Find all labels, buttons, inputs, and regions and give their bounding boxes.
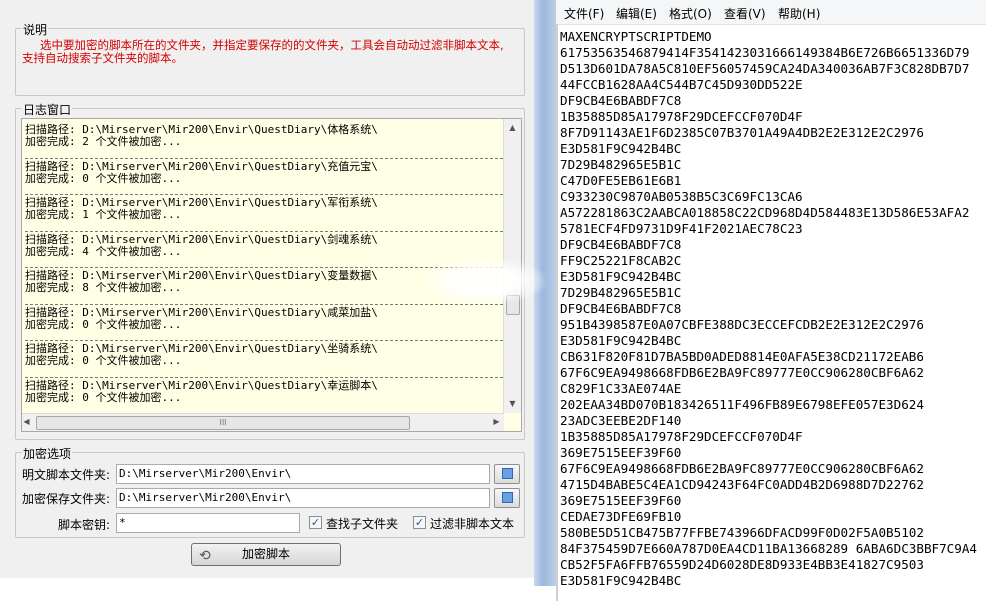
- log-entry-result: 加密完成: 0 个文件被加密...: [25, 354, 182, 367]
- notepad-text-line: 23ADC3EEBE2DF140: [560, 413, 682, 428]
- filter-non-script-label[interactable]: 过滤非脚本文本: [430, 515, 514, 532]
- log-entry-result: 加密完成: 0 个文件被加密...: [25, 317, 182, 331]
- notepad-text-line: D513D601DA78A5C810EF56057459CA24DA340036…: [560, 61, 970, 76]
- notepad-text-line: 202EAA34BD070B183426511F496FB89E6798EFE0…: [560, 397, 924, 412]
- description-group: 说明 选中要加密的脚本所在的文件夹，并指定要保存的的文件夹，工具会自动动过滤非脚…: [15, 21, 525, 96]
- notepad-text-line: 84F375459D7E660A787D0EA4CD11BA13668289 6…: [560, 541, 978, 556]
- notepad-text-line: CEDAE73DFE69FB10: [560, 509, 682, 524]
- log-horizontal-scroll-thumb[interactable]: III: [36, 416, 410, 430]
- notepad-text-line: DF9CB4E6BABDF7C8: [560, 301, 682, 316]
- notepad-menubar: 文件(F) 编辑(E) 格式(O) 查看(V) 帮助(H): [556, 0, 986, 25]
- notepad-text-line: 1B35885D85A17978F29DCEFCCF070D4F: [560, 429, 803, 444]
- notepad-text-line: A572281863C2AABCA018858C22CD968D4D584483…: [560, 205, 970, 220]
- log-entry: 扫描路径: D:\Mirserver\Mir200\Envir\QuestDia…: [25, 305, 503, 341]
- log-entry-path: 扫描路径: D:\Mirserver\Mir200\Envir\QuestDia…: [25, 232, 378, 246]
- refresh-icon: ⟲: [199, 548, 211, 564]
- notepad-text-line: 61753563546879414F3541423031666149384B6E…: [560, 45, 970, 60]
- notepad-text-line: DF9CB4E6BABDF7C8: [560, 93, 682, 108]
- notepad-text-line: 369E7515EEF39F60: [560, 493, 682, 508]
- script-key-input[interactable]: *: [116, 513, 300, 533]
- menu-view[interactable]: 查看(V): [724, 5, 766, 22]
- notepad-text-line: E3D581F9C942B4BC: [560, 573, 682, 588]
- log-entry-result: 加密完成: 0 个文件被加密...: [25, 390, 182, 404]
- notepad-text-line: 5781ECF4FD9731D9F41F2021AEC78C23: [560, 221, 803, 236]
- scroll-left-arrow-icon[interactable]: ◀: [22, 417, 35, 426]
- encrypt-script-button-label: 加密脚本: [241, 547, 290, 561]
- notepad-text-line: FF9C25221F8CAB2C: [560, 253, 682, 268]
- source-folder-label: 明文脚本文件夹:: [22, 468, 111, 482]
- notepad-left-edge: [556, 24, 558, 601]
- notepad-text-line: C47D0FE5EB61E6B1: [560, 173, 682, 188]
- log-entry-path: 扫描路径: D:\Mirserver\Mir200\Envir\QuestDia…: [25, 305, 378, 319]
- image-smear-artifact: [425, 258, 545, 304]
- log-group-title: 日志窗口: [22, 101, 73, 118]
- notepad-text-line: 67F6C9EA9498668FDB6E2BA9FC89777E0CC90628…: [560, 365, 924, 380]
- scroll-down-arrow-icon[interactable]: ▼: [504, 399, 521, 408]
- notepad-text-line: E3D581F9C942B4BC: [560, 141, 682, 156]
- notepad-text-line: 580BE5D51CB475B77FFBE743966DFACD99F0D02F…: [560, 525, 924, 540]
- notepad-text-line: 7D29B482965E5B1C: [560, 285, 682, 300]
- options-group-title: 加密选项: [22, 445, 73, 462]
- notepad-text-line: 8F7D91143AE1F6D2385C07B3701A49A4DB2E2E31…: [560, 125, 924, 140]
- notepad-text-line: 67F6C9EA9498668FDB6E2BA9FC89777E0CC90628…: [560, 461, 924, 476]
- notepad-text-line: 369E7515EEF39F60: [560, 445, 682, 460]
- scroll-right-arrow-icon[interactable]: ▶: [488, 417, 505, 426]
- notepad-text-line: C933230C9870AB0538B5C3C69FC13CA6: [560, 189, 803, 204]
- notepad-text-line: E3D581F9C942B4BC: [560, 269, 682, 284]
- notepad-text-line: 1B35885D85A17978F29DCEFCCF070D4F: [560, 109, 803, 124]
- dest-folder-label: 加密保存文件夹:: [22, 492, 111, 506]
- script-key-label: 脚本密钥:: [58, 518, 111, 532]
- notepad-text-area[interactable]: MAXENCRYPTSCRIPTDEMO 61753563546879414F35…: [560, 29, 986, 601]
- menu-format[interactable]: 格式(O): [669, 5, 712, 22]
- log-entry: 扫描路径: D:\Mirserver\Mir200\Envir\QuestDia…: [25, 341, 503, 378]
- notepad-window: 文件(F) 编辑(E) 格式(O) 查看(V) 帮助(H) MAXENCRYPT…: [556, 0, 986, 601]
- notepad-text-line: DF9CB4E6BABDF7C8: [560, 237, 682, 252]
- source-folder-browse-button[interactable]: [494, 464, 520, 484]
- log-entry: 扫描路径: D:\Mirserver\Mir200\Envir\QuestDia…: [25, 378, 503, 414]
- dest-folder-input[interactable]: D:\Mirserver\Mir200\Envir\: [116, 488, 490, 508]
- menu-edit[interactable]: 编辑(E): [616, 5, 657, 22]
- notepad-text-line: 951B4398587E0A07CBFE388DC3ECCEFCDB2E2E31…: [560, 317, 924, 332]
- encrypt-script-button[interactable]: ⟲ 加密脚本: [191, 543, 341, 566]
- notepad-text-line: CB52F5FA6FFB76559D24D6028DE8D933E4BB3E41…: [560, 557, 924, 572]
- notepad-text-line: C829F1C33AE074AE: [560, 381, 682, 396]
- scroll-up-arrow-icon[interactable]: ▲: [504, 123, 521, 132]
- desktop-background: [0, 578, 534, 601]
- log-entry-path: 扫描路径: D:\Mirserver\Mir200\Envir\QuestDia…: [25, 378, 378, 392]
- search-subfolders-label[interactable]: 查找子文件夹: [326, 515, 398, 532]
- notepad-text-line: E3D581F9C942B4BC: [560, 333, 682, 348]
- log-entry-result: 加密完成: 2 个文件被加密...: [25, 135, 182, 148]
- description-text: 选中要加密的脚本所在的文件夹，并指定要保存的的文件夹，工具会自动动过滤非脚本文本…: [22, 38, 504, 65]
- log-entry: 扫描路径: D:\Mirserver\Mir200\Envir\QuestDia…: [25, 122, 503, 159]
- menu-file[interactable]: 文件(F): [564, 5, 604, 22]
- filter-non-script-checkbox[interactable]: ✓: [413, 516, 426, 529]
- notepad-text-line: 4715D4BABE5C4EA1CD94243F64FC0ADD4B2D6988…: [560, 477, 924, 492]
- notepad-text-line: 44FCCB1628AA4C544B7C45D930DD522E: [560, 77, 803, 92]
- notepad-text-line: MAXENCRYPTSCRIPTDEMO: [560, 29, 712, 44]
- log-entry-result: 加密完成: 1 个文件被加密...: [25, 208, 182, 221]
- folder-open-icon: [502, 468, 513, 479]
- log-entry-result: 加密完成: 4 个文件被加密...: [25, 244, 182, 258]
- log-entry: 扫描路径: D:\Mirserver\Mir200\Envir\QuestDia…: [25, 195, 503, 232]
- menu-help[interactable]: 帮助(H): [778, 5, 820, 22]
- dest-folder-browse-button[interactable]: [494, 488, 520, 508]
- log-entry-result: 加密完成: 0 个文件被加密...: [25, 171, 182, 185]
- log-entry: 扫描路径: D:\Mirserver\Mir200\Envir\QuestDia…: [25, 159, 503, 195]
- search-subfolders-checkbox[interactable]: ✓: [309, 516, 322, 529]
- log-horizontal-scrollbar[interactable]: ◀ III ▶: [22, 413, 504, 431]
- folder-open-icon: [502, 492, 513, 503]
- notepad-text-line: CB631F820F81D7BA5BD0ADED8814E0AFA5E38CD2…: [560, 349, 924, 364]
- description-group-title: 说明: [22, 21, 49, 38]
- source-folder-input[interactable]: D:\Mirserver\Mir200\Envir\: [116, 464, 490, 484]
- notepad-text-line: 7D29B482965E5B1C: [560, 157, 682, 172]
- log-entry-path: 扫描路径: D:\Mirserver\Mir200\Envir\QuestDia…: [25, 159, 378, 173]
